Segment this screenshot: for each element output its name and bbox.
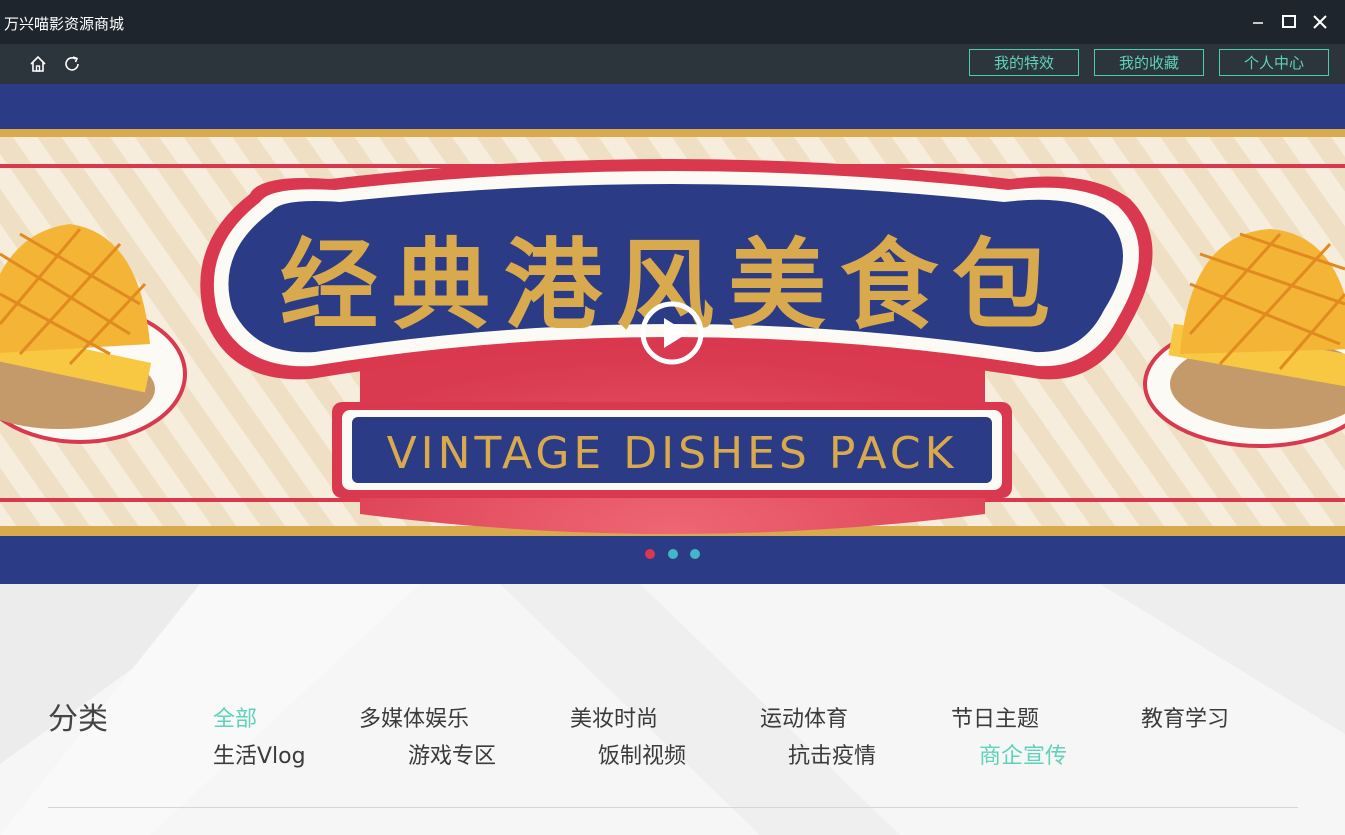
category-all[interactable]: 全部 [213, 701, 257, 733]
banner-subtitle: VINTAGE DISHES PACK [387, 428, 958, 479]
title-bar: 万兴喵影资源商城 [0, 0, 1345, 44]
category-multimedia[interactable]: 多媒体娱乐 [359, 701, 469, 733]
toolbar: 我的特效 我的收藏 个人中心 [0, 44, 1345, 84]
carousel-dot[interactable] [690, 549, 700, 559]
promo-banner[interactable]: 经典港风美食包 VINTAGE DISHES PACK [0, 84, 1345, 584]
divider [48, 807, 1298, 808]
maximize-button[interactable] [1275, 8, 1303, 36]
refresh-button[interactable] [62, 54, 82, 74]
user-center-button[interactable]: 个人中心 [1219, 49, 1329, 76]
category-education[interactable]: 教育学习 [1141, 701, 1229, 733]
carousel-dot[interactable] [668, 549, 678, 559]
category-beauty[interactable]: 美妆时尚 [570, 701, 658, 733]
category-section: 分类 全部 多媒体娱乐 美妆时尚 运动体育 节日主题 教育学习 生活Vlog 游… [0, 584, 1345, 835]
my-effects-button[interactable]: 我的特效 [969, 49, 1079, 76]
category-holiday[interactable]: 节日主题 [951, 701, 1039, 733]
home-icon [30, 55, 46, 72]
close-button[interactable] [1306, 8, 1334, 36]
my-favorites-button[interactable]: 我的收藏 [1094, 49, 1204, 76]
minimize-icon [1253, 22, 1263, 24]
home-button[interactable] [28, 54, 48, 74]
banner-artwork: 经典港风美食包 VINTAGE DISHES PACK [0, 84, 1345, 584]
carousel-dot[interactable] [645, 549, 655, 559]
category-title: 分类 [48, 702, 108, 737]
minimize-button[interactable] [1244, 8, 1272, 36]
category-gaming[interactable]: 游戏专区 [408, 738, 496, 770]
category-vlog[interactable]: 生活Vlog [213, 738, 306, 770]
category-business[interactable]: 商企宣传 [979, 738, 1067, 770]
category-fan-video[interactable]: 饭制视频 [598, 738, 686, 770]
maximize-icon [1282, 15, 1296, 28]
close-icon [1313, 15, 1327, 29]
category-epidemic[interactable]: 抗击疫情 [788, 738, 876, 770]
refresh-icon [65, 56, 79, 71]
window-title: 万兴喵影资源商城 [4, 15, 125, 33]
category-sports[interactable]: 运动体育 [760, 701, 848, 733]
